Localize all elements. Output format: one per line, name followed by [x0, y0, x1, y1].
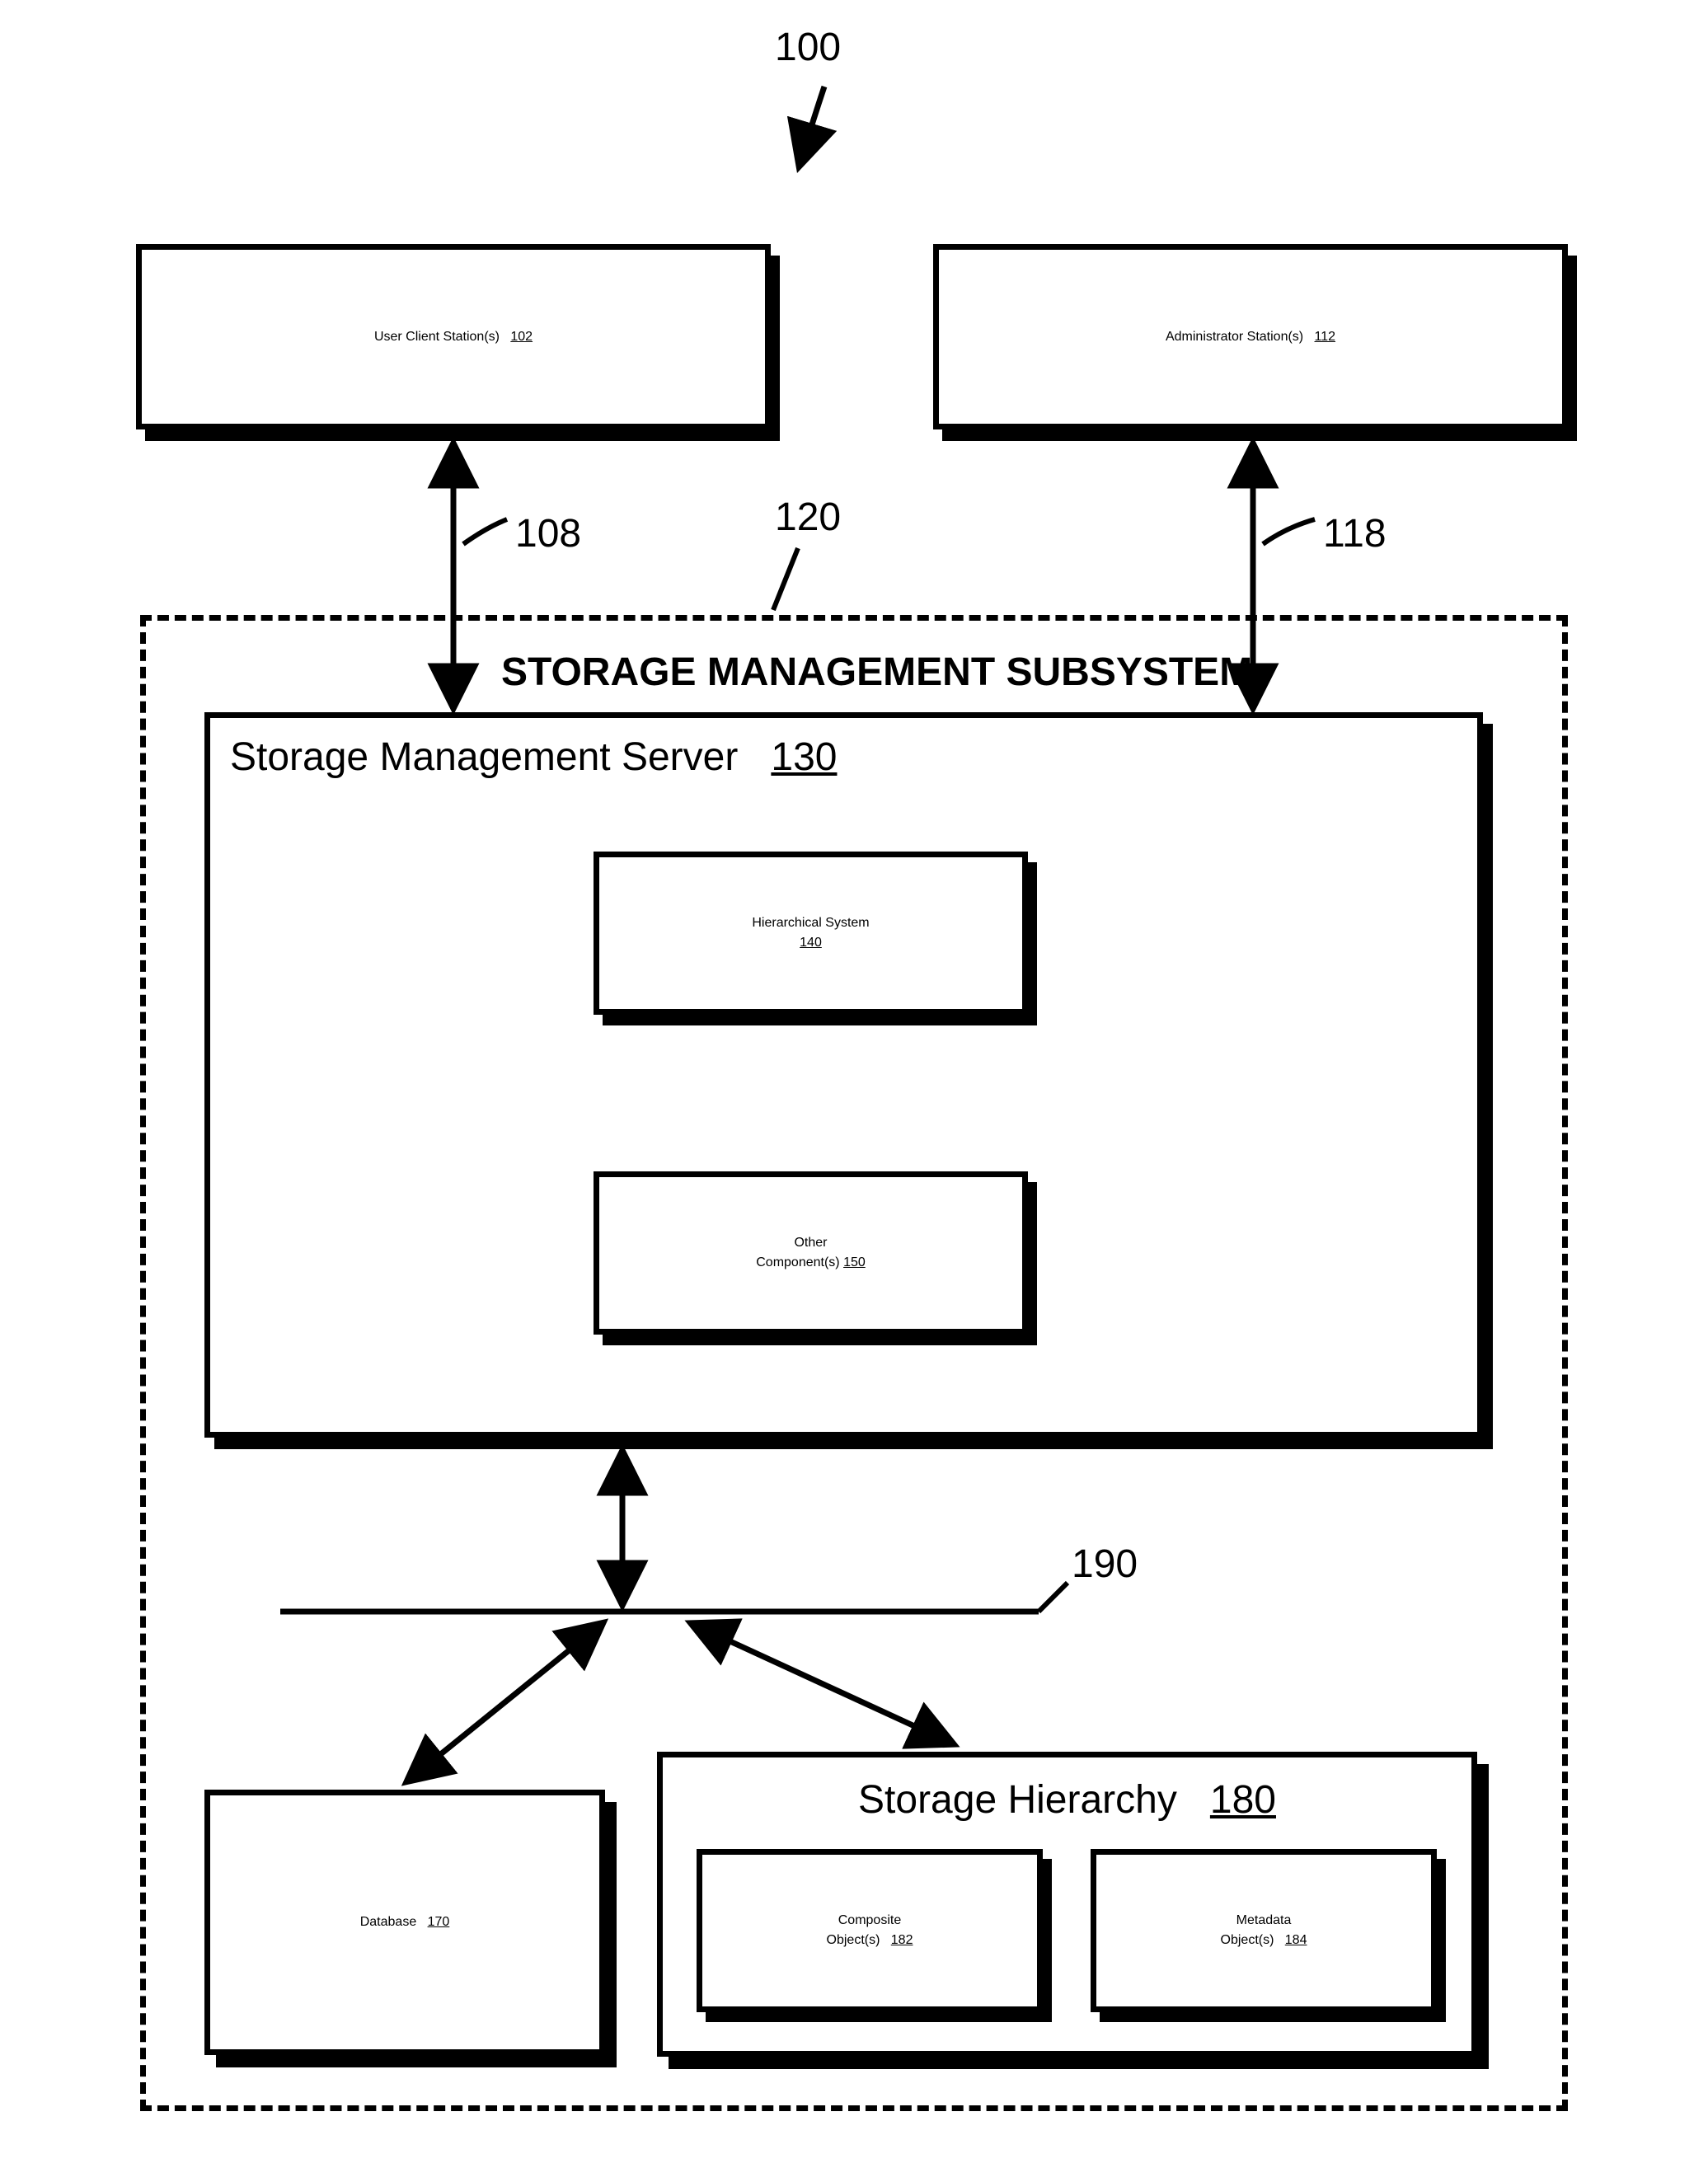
ref-118: 118 [1323, 511, 1387, 556]
sh-label: Storage Hierarchy [858, 1778, 1177, 1822]
ref-120: 120 [775, 495, 841, 540]
subsystem-title: STORAGE MANAGEMENT SUBSYSTEM [495, 650, 1259, 695]
ref-100: 100 [775, 25, 841, 70]
ucs-num: 102 [510, 330, 533, 344]
comp-num: 182 [891, 1933, 913, 1947]
ref-108: 108 [515, 511, 581, 556]
sms-label: Storage Management Server [230, 735, 738, 779]
meta-box: Metadata Object(s) 184 [1091, 1849, 1437, 2012]
sh-num: 180 [1210, 1778, 1276, 1822]
db-num: 170 [428, 1915, 450, 1929]
adm-num: 112 [1315, 330, 1336, 344]
comp-label-l1: Composite [838, 1913, 901, 1927]
hier-label: Hierarchical System [752, 916, 869, 931]
other-box: Other Component(s) 150 [594, 1171, 1028, 1335]
meta-label-l2: Object(s) [1221, 1933, 1274, 1947]
storage-management-diagram: 100 User Client Station(s) 102 Administr… [0, 0, 1708, 2168]
db-label: Database [360, 1915, 417, 1929]
comp-box: Composite Object(s) 182 [697, 1849, 1043, 2012]
ucs-label: User Client Station(s) [374, 330, 500, 344]
hier-box: Hierarchical System 140 [594, 852, 1028, 1015]
hier-num: 140 [800, 936, 822, 950]
sms-num: 130 [771, 735, 837, 779]
comp-label-l2: Object(s) [827, 1933, 880, 1947]
adm-box: Administrator Station(s) 112 [933, 244, 1568, 429]
db-box: Database 170 [204, 1790, 605, 2055]
ucs-box: User Client Station(s) 102 [136, 244, 771, 429]
meta-num: 184 [1285, 1933, 1307, 1947]
adm-label: Administrator Station(s) [1166, 330, 1303, 344]
meta-label-l1: Metadata [1236, 1913, 1292, 1927]
ref-190: 190 [1072, 1542, 1138, 1587]
other-label-line1: Other [794, 1236, 827, 1251]
